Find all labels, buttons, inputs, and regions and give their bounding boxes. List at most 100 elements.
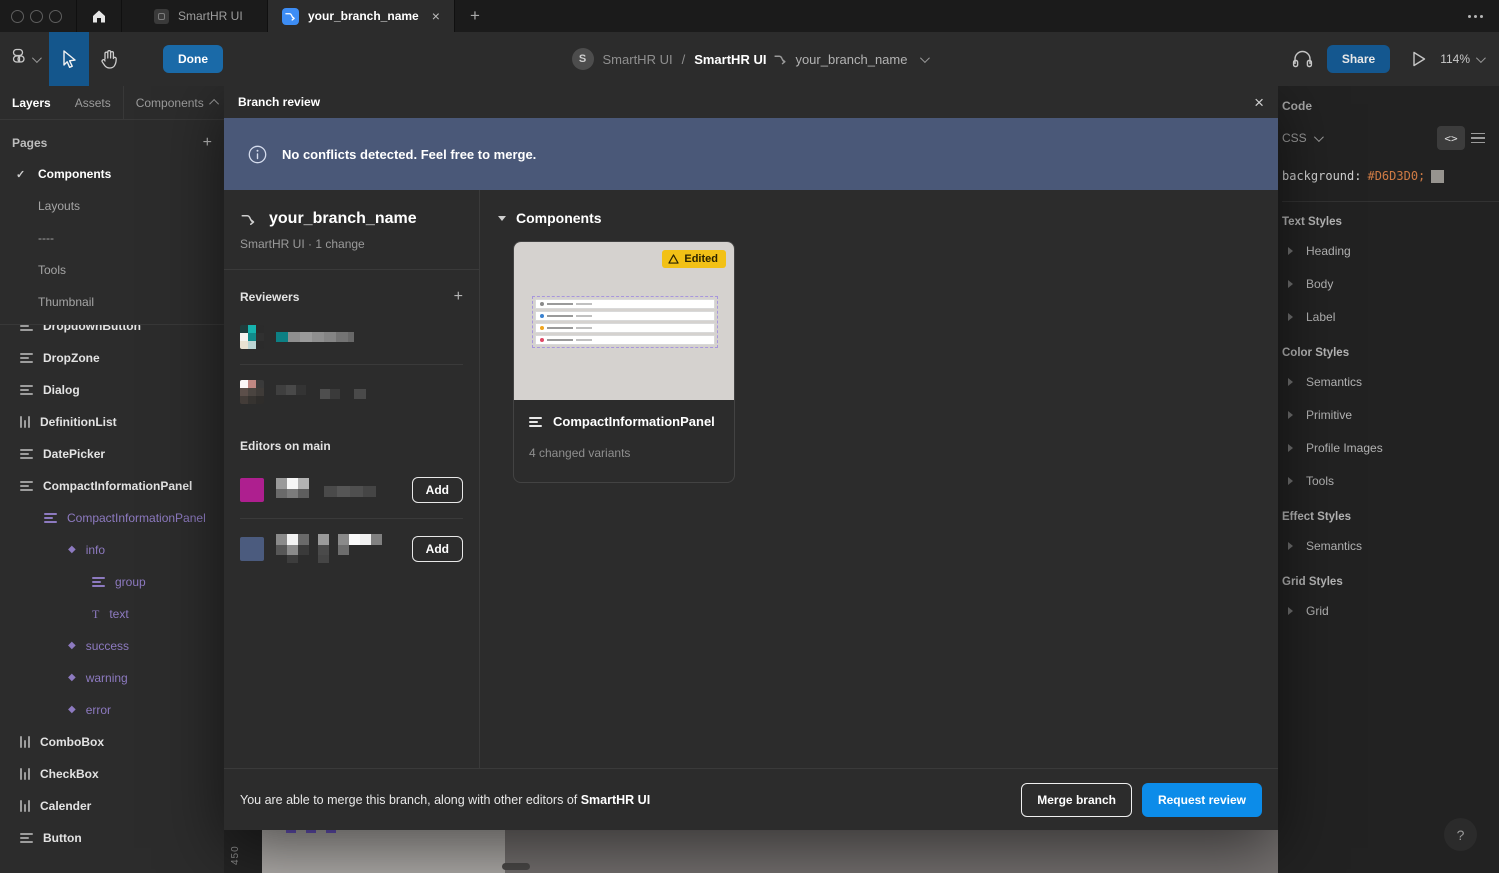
chevron-right-icon[interactable]: [1288, 477, 1293, 485]
layer-variant-error[interactable]: ◆ error: [0, 694, 224, 726]
layer-combobox[interactable]: ComboBox: [0, 726, 224, 758]
canvas-frame-fragment: [262, 830, 505, 873]
chevron-right-icon[interactable]: [1288, 247, 1293, 255]
css-code-line[interactable]: background: #D6D3D0;: [1282, 153, 1499, 201]
divider: [240, 364, 463, 365]
chevron-right-icon[interactable]: [1288, 280, 1293, 288]
chevron-right-icon[interactable]: [1288, 542, 1293, 550]
page-item-layouts[interactable]: Layouts: [0, 190, 224, 222]
chevron-down-icon: [1314, 132, 1324, 142]
style-item-effect-semantics[interactable]: Semantics: [1282, 529, 1499, 562]
chevron-right-icon[interactable]: [1288, 378, 1293, 386]
add-editor-button[interactable]: Add: [412, 477, 463, 503]
layer-checkbox[interactable]: CheckBox: [0, 758, 224, 790]
branch-icon: [282, 8, 299, 25]
breadcrumb-file[interactable]: SmartHR UI: [694, 52, 766, 67]
chevron-right-icon[interactable]: [1288, 607, 1293, 615]
layer-dialog[interactable]: Dialog: [0, 374, 224, 406]
request-review-button[interactable]: Request review: [1142, 783, 1262, 817]
window-minimize-icon[interactable]: [30, 10, 43, 23]
pages-title: Pages: [12, 136, 47, 150]
branch-summary-column: your_branch_name SmartHR UI · 1 change R…: [224, 190, 480, 768]
page-item-thumbnail[interactable]: Thumbnail: [0, 286, 224, 318]
main-menu-button[interactable]: [0, 32, 49, 86]
add-page-button[interactable]: +: [203, 134, 212, 152]
move-tool-button[interactable]: [49, 32, 89, 86]
chevron-right-icon[interactable]: [1288, 444, 1293, 452]
style-item-heading[interactable]: Heading: [1282, 234, 1499, 267]
list-view-icon[interactable]: [1471, 133, 1485, 144]
page-item-divider[interactable]: ----: [0, 222, 224, 254]
horizontal-scrollbar[interactable]: [502, 863, 530, 870]
style-item-body[interactable]: Body: [1282, 267, 1499, 300]
present-play-icon[interactable]: [1412, 51, 1426, 67]
layer-text[interactable]: T text: [0, 598, 224, 630]
zoom-level-control[interactable]: 114%: [1440, 52, 1483, 66]
component-preview: Edited: [514, 242, 734, 400]
modal-title: Branch review: [238, 95, 320, 109]
tab-smarthr-ui[interactable]: SmartHR UI: [140, 0, 268, 32]
components-panel-toggle[interactable]: Components: [123, 86, 231, 119]
layer-compactinformationpanel[interactable]: CompactInformationPanel: [0, 470, 224, 502]
page-item-tools[interactable]: Tools: [0, 254, 224, 286]
components-section-toggle[interactable]: Components: [498, 210, 1278, 226]
page-item-components[interactable]: ✓ Components: [0, 158, 224, 190]
layer-label: Dialog: [43, 383, 80, 397]
help-button[interactable]: ?: [1444, 818, 1477, 851]
layer-definitionlist[interactable]: DefinitionList: [0, 406, 224, 438]
chevron-down-icon[interactable]: [920, 53, 930, 63]
breadcrumb-separator: /: [682, 52, 686, 67]
layer-variant-success[interactable]: ◆ success: [0, 630, 224, 662]
breadcrumb-org[interactable]: SmartHR UI: [603, 52, 673, 67]
color-swatch[interactable]: [1431, 170, 1444, 183]
chevron-right-icon[interactable]: [1288, 411, 1293, 419]
layer-calender[interactable]: Calender: [0, 790, 224, 822]
layer-variant-warning[interactable]: ◆ warning: [0, 662, 224, 694]
tab-layers[interactable]: Layers: [0, 96, 63, 110]
share-button[interactable]: Share: [1327, 45, 1390, 73]
branch-icon: [773, 53, 788, 66]
layer-compactinformationpanel-component[interactable]: CompactInformationPanel: [0, 502, 224, 534]
layer-datepicker[interactable]: DatePicker: [0, 438, 224, 470]
layer-dropdownbutton[interactable]: DropdownButton: [0, 324, 224, 342]
style-item-semantics[interactable]: Semantics: [1282, 365, 1499, 398]
variant-row: [535, 299, 715, 309]
style-item-tools[interactable]: Tools: [1282, 464, 1499, 497]
window-close-icon[interactable]: [11, 10, 24, 23]
style-item-grid[interactable]: Grid: [1282, 594, 1499, 627]
frame-icon: [92, 577, 105, 587]
css-property: background:: [1282, 169, 1361, 183]
left-sidebar: Layers Assets Components Pages + ✓ Compo…: [0, 86, 224, 873]
code-view-icon[interactable]: <>: [1437, 126, 1465, 150]
breadcrumb-branch[interactable]: your_branch_name: [795, 52, 907, 67]
more-options-icon[interactable]: [1451, 0, 1499, 32]
edited-badge-label: Edited: [684, 253, 718, 265]
merge-branch-button[interactable]: Merge branch: [1021, 783, 1132, 817]
audio-headphones-icon[interactable]: [1292, 50, 1313, 68]
close-modal-icon[interactable]: ×: [1254, 94, 1264, 111]
hand-tool-button[interactable]: [89, 32, 129, 86]
layer-group[interactable]: group: [0, 566, 224, 598]
css-dropdown[interactable]: CSS: [1282, 131, 1321, 145]
done-button[interactable]: Done: [163, 45, 223, 73]
home-button[interactable]: [76, 0, 122, 32]
layer-dropzone[interactable]: DropZone: [0, 342, 224, 374]
layer-variant-info[interactable]: ◆ info: [0, 534, 224, 566]
style-label: Heading: [1306, 244, 1351, 258]
tab-assets[interactable]: Assets: [63, 96, 123, 110]
window-zoom-icon[interactable]: [49, 10, 62, 23]
window-controls[interactable]: [0, 0, 76, 32]
style-item-label[interactable]: Label: [1282, 300, 1499, 333]
redacted-name: [276, 478, 376, 502]
style-item-profile-images[interactable]: Profile Images: [1282, 431, 1499, 464]
layer-button[interactable]: Button: [0, 822, 224, 854]
changed-component-card[interactable]: Edited: [513, 241, 735, 483]
close-tab-icon[interactable]: ×: [432, 8, 440, 24]
add-reviewer-button[interactable]: +: [454, 288, 463, 306]
add-editor-button[interactable]: Add: [412, 536, 463, 562]
chevron-right-icon[interactable]: [1288, 313, 1293, 321]
style-item-primitive[interactable]: Primitive: [1282, 398, 1499, 431]
tab-your-branch-name[interactable]: your_branch_name ×: [268, 0, 455, 32]
new-tab-button[interactable]: +: [455, 0, 495, 32]
org-avatar[interactable]: S: [572, 48, 594, 70]
